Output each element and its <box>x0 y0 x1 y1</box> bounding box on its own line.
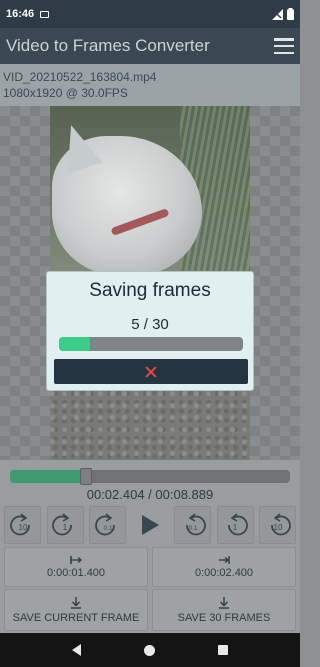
app-title: Video to Frames Converter <box>6 36 210 55</box>
status-time: 16:46 <box>6 8 35 20</box>
save-row: SAVE CURRENT FRAME SAVE 30 FRAMES <box>4 589 296 631</box>
rewind-0_1-button[interactable]: 0.1 <box>89 506 126 544</box>
home-icon[interactable] <box>143 644 155 656</box>
forward-1-button[interactable]: 1 <box>216 506 254 544</box>
save-all-label: SAVE 30 FRAMES <box>177 611 271 624</box>
recents-icon[interactable] <box>218 645 229 655</box>
signal-icon <box>272 8 283 20</box>
time-readout: 00:02.404 / 00:08.889 <box>86 487 214 502</box>
mark-end-icon <box>219 555 230 564</box>
step-label: 1 <box>63 523 68 532</box>
video-details: 1080x1920 @ 30.0FPS <box>3 86 128 100</box>
save-progress-bar <box>59 337 243 351</box>
rewind-icon: 0.1 <box>94 513 115 536</box>
mark-row: 0:00:01.400 0:00:02.400 <box>4 547 296 587</box>
rewind-10-button[interactable]: 10 <box>4 506 41 544</box>
seek-bar-fill <box>10 470 86 483</box>
step-label: 0.1 <box>188 525 197 532</box>
close-icon <box>145 366 157 378</box>
status-bar: 16:46 <box>0 0 300 28</box>
seek-bar[interactable] <box>10 468 290 485</box>
back-icon[interactable] <box>71 644 81 656</box>
step-label: 0.1 <box>103 525 112 532</box>
transport-controls: 10 1 0.1 0.1 1 10 <box>4 506 296 544</box>
navigation-bar <box>0 633 300 667</box>
save-current-frame-button[interactable]: SAVE CURRENT FRAME <box>4 589 148 631</box>
start-time: 0:00:01.400 <box>46 566 106 579</box>
fast-forward-icon: 1 <box>228 513 248 536</box>
save-progress-fill <box>59 337 90 351</box>
step-label: 10 <box>273 523 282 532</box>
seek-thumb[interactable] <box>79 468 92 485</box>
save-current-label: SAVE CURRENT FRAME <box>12 611 140 624</box>
forward-10-button[interactable]: 10 <box>259 506 296 544</box>
controls-panel: 00:02.404 / 00:08.889 10 1 0.1 0.1 1 10 0:00:… <box>0 460 300 633</box>
rewind-icon: 1 <box>52 513 72 536</box>
status-icons <box>272 8 294 20</box>
play-button[interactable] <box>132 506 169 544</box>
save-all-frames-button[interactable]: SAVE 30 FRAMES <box>152 589 296 631</box>
fast-forward-icon: 0.1 <box>185 513 206 536</box>
set-end-button[interactable]: 0:00:02.400 <box>152 547 296 587</box>
play-icon <box>142 515 159 535</box>
app-bar: Video to Frames Converter <box>0 28 300 64</box>
forward-0_1-button[interactable]: 0.1 <box>174 506 211 544</box>
video-filename: VID_20210522_163804.mp4 <box>3 70 157 84</box>
battery-icon <box>287 8 294 20</box>
menu-icon[interactable] <box>274 38 294 54</box>
download-icon <box>71 596 81 609</box>
set-start-button[interactable]: 0:00:01.400 <box>4 547 148 587</box>
step-label: 1 <box>233 523 238 532</box>
message-icon <box>40 10 50 18</box>
end-time: 0:00:02.400 <box>194 566 254 579</box>
step-label: 10 <box>18 523 27 532</box>
download-icon <box>219 596 229 609</box>
fast-forward-icon: 10 <box>270 513 291 536</box>
video-info: VID_20210522_163804.mp4 1080x1920 @ 30.0… <box>0 64 300 106</box>
rewind-1-button[interactable]: 1 <box>46 506 84 544</box>
saving-dialog: Saving frames 5 / 30 <box>46 271 254 391</box>
cancel-button[interactable] <box>54 359 248 384</box>
dialog-count: 5 / 30 <box>131 316 169 333</box>
mark-start-icon <box>70 555 82 564</box>
dialog-title: Saving frames <box>89 280 211 301</box>
rewind-icon: 10 <box>9 513 30 536</box>
